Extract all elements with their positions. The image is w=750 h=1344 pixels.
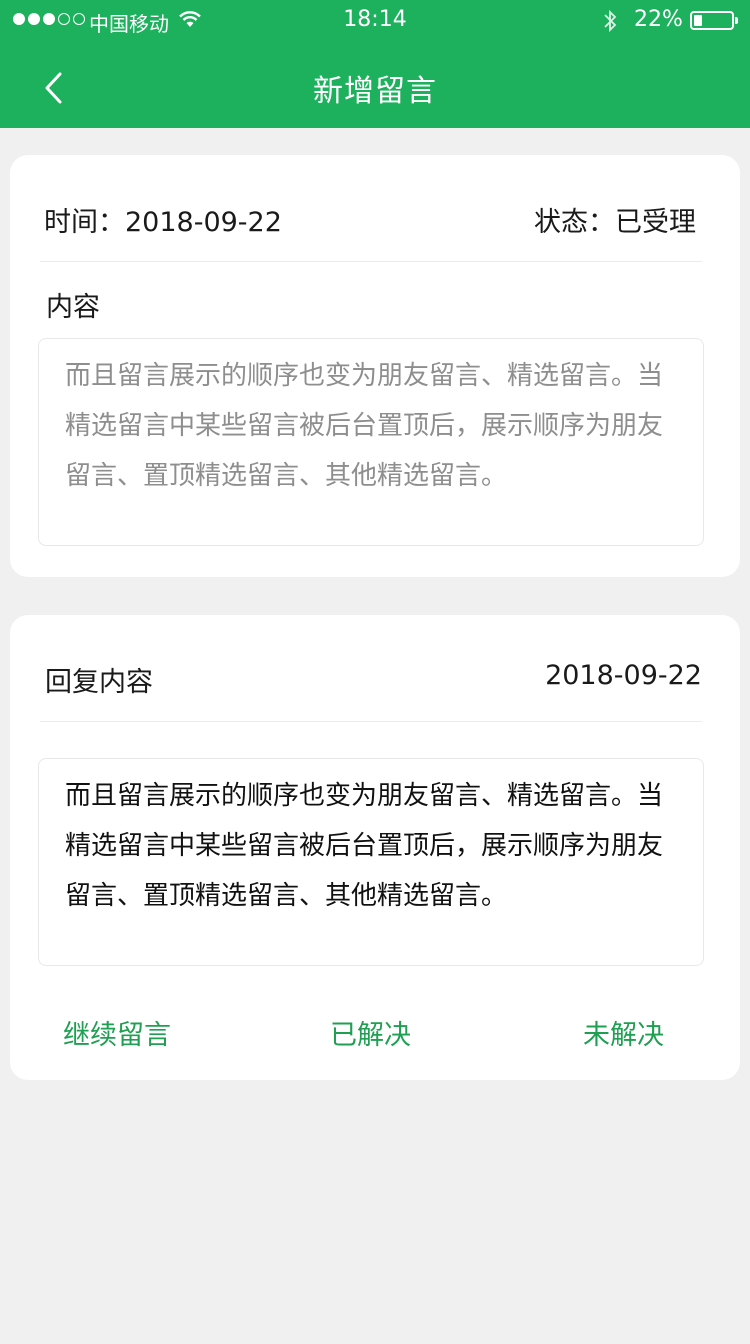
continue-message-button[interactable]: 继续留言 <box>63 1013 171 1052</box>
battery-percent: 22% <box>634 7 683 32</box>
message-time: 时间：2018-09-22 <box>44 207 282 238</box>
reply-content: 而且留言展示的顺序也变为朋友留言、精选留言。当精选留言中某些留言被后台置顶后，展… <box>38 758 704 966</box>
top-bar: 中国移动 18:14 22% 新增留言 <box>0 0 750 128</box>
message-content: 而且留言展示的顺序也变为朋友留言、精选留言。当精选留言中某些留言被后台置顶后，展… <box>38 338 704 546</box>
bluetooth-icon <box>604 9 617 33</box>
content-label: 内容 <box>46 292 100 323</box>
unresolved-button[interactable]: 未解决 <box>583 1013 664 1052</box>
reply-label: 回复内容 <box>45 667 153 698</box>
reply-card: 回复内容 2018-09-22 而且留言展示的顺序也变为朋友留言、精选留言。当精… <box>10 615 740 1080</box>
battery-icon <box>690 11 738 30</box>
divider <box>40 721 702 722</box>
message-card: 时间：2018-09-22 状态：已受理 内容 而且留言展示的顺序也变为朋友留言… <box>10 155 740 577</box>
message-status: 状态：已受理 <box>534 207 696 238</box>
status-bar: 中国移动 18:14 22% <box>0 0 750 40</box>
page-title: 新增留言 <box>313 74 437 109</box>
resolved-button[interactable]: 已解决 <box>330 1013 411 1052</box>
reply-date: 2018-09-22 <box>545 660 702 691</box>
divider <box>40 261 702 262</box>
